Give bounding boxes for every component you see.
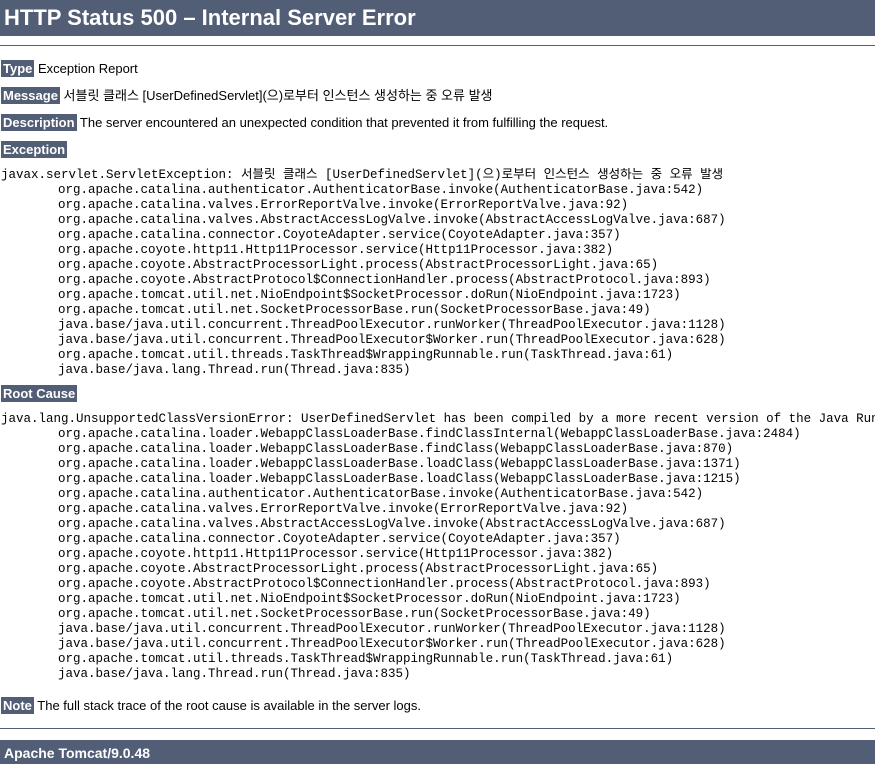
note-label: Note <box>1 697 34 714</box>
stack-frame: org.apache.catalina.loader.WebappClassLo… <box>58 427 801 441</box>
stack-frame: java.base/java.util.concurrent.ThreadPoo… <box>58 318 726 332</box>
exception-heading-label: Exception <box>1 141 68 158</box>
section-heading-root-cause: Root Cause <box>1 385 875 402</box>
stack-frame: org.apache.catalina.loader.WebappClassLo… <box>58 457 741 471</box>
field-type: Type Exception Report <box>0 57 875 80</box>
field-type-text: Exception Report <box>38 61 138 76</box>
stack-frame: org.apache.catalina.connector.CoyoteAdap… <box>58 228 621 242</box>
exception-stack-trace: javax.servlet.ServletException: 서블릿 클래스 … <box>1 168 875 378</box>
stack-frame: org.apache.coyote.AbstractProtocol$Conne… <box>58 273 711 287</box>
stack-frame: org.apache.catalina.loader.WebappClassLo… <box>58 472 741 486</box>
stack-frame: org.apache.catalina.authenticator.Authen… <box>58 487 704 501</box>
stack-frame: java.base/java.lang.Thread.run(Thread.ja… <box>58 363 411 377</box>
stack-frame: org.apache.catalina.loader.WebappClassLo… <box>58 442 734 456</box>
divider-top <box>0 45 875 46</box>
stack-frame: org.apache.catalina.valves.ErrorReportVa… <box>58 502 629 516</box>
error-page: HTTP Status 500 – Internal Server Error … <box>0 0 875 764</box>
exception-head-line: javax.servlet.ServletException: 서블릿 클래스 … <box>1 168 724 182</box>
stack-frame: org.apache.catalina.valves.AbstractAcces… <box>58 517 726 531</box>
stack-frame: java.base/java.lang.Thread.run(Thread.ja… <box>58 667 411 681</box>
stack-frame: org.apache.tomcat.util.net.SocketProcess… <box>58 607 651 621</box>
field-type-label: Type <box>1 60 35 77</box>
footer-server-version: Apache Tomcat/9.0.48 <box>0 740 875 764</box>
exception-frames: org.apache.catalina.authenticator.Authen… <box>1 183 875 378</box>
field-message-text: 서블릿 클래스 [UserDefinedServlet](으)로부터 인스턴스 … <box>63 88 493 103</box>
stack-frame: java.base/java.util.concurrent.ThreadPoo… <box>58 333 726 347</box>
divider-footer <box>0 728 875 729</box>
section-heading-exception: Exception <box>1 141 875 158</box>
note-text: The full stack trace of the root cause i… <box>37 698 421 713</box>
stack-frame: org.apache.coyote.http11.Http11Processor… <box>58 547 614 561</box>
field-message-label: Message <box>1 87 60 104</box>
stack-frame: org.apache.tomcat.util.threads.TaskThrea… <box>58 652 674 666</box>
stack-frame: org.apache.tomcat.util.net.NioEndpoint$S… <box>58 592 681 606</box>
stack-frame: org.apache.coyote.http11.Http11Processor… <box>58 243 614 257</box>
stack-frame: org.apache.tomcat.util.net.SocketProcess… <box>58 303 651 317</box>
stack-frame: java.base/java.util.concurrent.ThreadPoo… <box>58 637 726 651</box>
note-line: Note The full stack trace of the root ca… <box>1 695 875 716</box>
stack-frame: java.base/java.util.concurrent.ThreadPoo… <box>58 622 726 636</box>
stack-frame: org.apache.catalina.connector.CoyoteAdap… <box>58 532 621 546</box>
field-description: Description The server encountered an un… <box>0 111 875 134</box>
stack-frame: org.apache.catalina.valves.AbstractAcces… <box>58 213 726 227</box>
field-description-text: The server encountered an unexpected con… <box>79 115 609 130</box>
stack-frame: org.apache.tomcat.util.threads.TaskThrea… <box>58 348 674 362</box>
stack-frame: org.apache.coyote.AbstractProcessorLight… <box>58 562 659 576</box>
root-cause-stack-trace: java.lang.UnsupportedClassVersionError: … <box>1 412 875 682</box>
stack-frame: org.apache.catalina.authenticator.Authen… <box>58 183 704 197</box>
stack-frame: org.apache.coyote.AbstractProcessorLight… <box>58 258 659 272</box>
field-description-label: Description <box>1 114 77 131</box>
stack-frame: org.apache.catalina.valves.ErrorReportVa… <box>58 198 629 212</box>
stack-frame: org.apache.tomcat.util.net.NioEndpoint$S… <box>58 288 681 302</box>
root-cause-heading-label: Root Cause <box>1 385 78 402</box>
root-cause-frames: org.apache.catalina.loader.WebappClassLo… <box>1 427 875 682</box>
stack-frame: org.apache.coyote.AbstractProtocol$Conne… <box>58 577 711 591</box>
page-title: HTTP Status 500 – Internal Server Error <box>0 0 875 36</box>
field-message: Message 서블릿 클래스 [UserDefinedServlet](으)로… <box>0 84 875 107</box>
root-cause-head-line: java.lang.UnsupportedClassVersionError: … <box>1 412 875 426</box>
